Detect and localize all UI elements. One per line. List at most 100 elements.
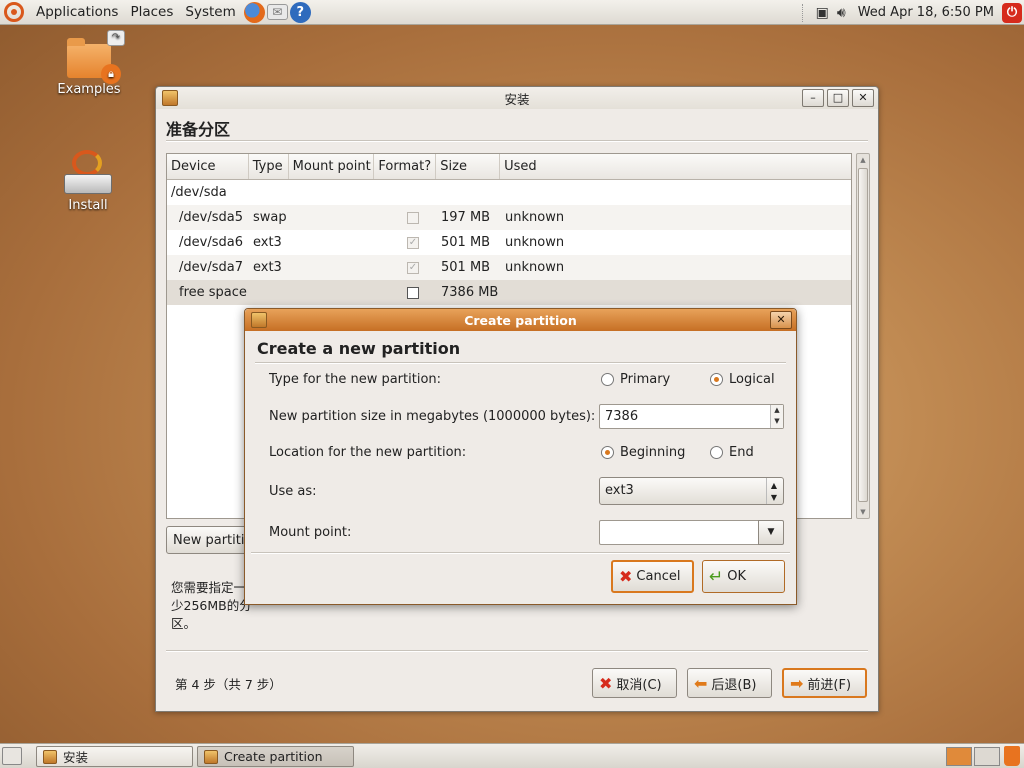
cell-device: /dev/sda7 [179, 260, 243, 275]
cell-size: 7386 MB [441, 285, 499, 300]
desktop-icon-label: Install [68, 198, 108, 213]
format-checkbox-checked[interactable]: ✓ [407, 261, 419, 274]
mail-launcher-icon[interactable]: ✉ [266, 4, 288, 20]
minimize-button[interactable]: – [802, 89, 824, 107]
size-label: New partition size in megabytes (1000000… [269, 409, 596, 424]
scroll-up-icon[interactable]: ▲ [857, 154, 869, 166]
clock[interactable]: Wed Apr 18, 6:50 PM [858, 5, 994, 20]
cancel-install-button[interactable]: ✖ 取消(C) [592, 668, 677, 698]
table-row[interactable]: /dev/sda6 ext3 ✓ 501 MB unknown [167, 230, 851, 255]
lock-icon: 🔒︎ [101, 64, 121, 84]
cell-device: /dev/sda6 [179, 235, 243, 250]
power-icon[interactable]: ⏻ [1002, 2, 1022, 23]
table-row-selected[interactable]: free space 7386 MB [167, 280, 851, 305]
format-checkbox[interactable] [407, 286, 419, 299]
mount-point-label: Mount point: [269, 525, 352, 540]
radio-beginning-indicator [601, 446, 614, 459]
ubuntu-logo-icon[interactable] [4, 2, 24, 22]
installer-app-icon [43, 749, 57, 764]
taskbar-item-label: Create partition [224, 749, 323, 764]
radio-label: Primary [620, 372, 671, 387]
cell-size: 197 MB [441, 210, 491, 225]
arrow-left-icon: ⬅ [694, 673, 708, 693]
use-as-value: ext3 [605, 483, 634, 498]
dialog-close-button[interactable]: ✕ [770, 311, 792, 329]
format-checkbox-checked[interactable]: ✓ [407, 236, 419, 249]
system-tray: ▣ 🔊︎ Wed Apr 18, 6:50 PM ⏻ [794, 0, 1024, 25]
radio-logical[interactable]: Logical [710, 372, 775, 387]
step-indicator: 第 4 步（共 7 步） [175, 677, 282, 692]
forward-button[interactable]: ➡ 前进(F) [782, 668, 867, 698]
column-header-used[interactable]: Used [500, 154, 851, 179]
bottom-panel: 安装 Create partition [0, 743, 1024, 768]
cell-used: unknown [505, 210, 565, 225]
network-icon[interactable]: ▣ [816, 5, 829, 21]
table-header: Device Type Mount point Format? Size Use… [167, 154, 851, 180]
radio-primary[interactable]: Primary [601, 372, 670, 387]
maximize-button[interactable]: □ [827, 89, 849, 107]
cell-size: 501 MB [441, 260, 491, 275]
mount-point-entry[interactable] [599, 520, 759, 545]
volume-icon[interactable]: 🔊︎ [837, 5, 846, 21]
dialog-title: Create partition [464, 312, 577, 328]
close-button[interactable]: ✕ [852, 89, 874, 107]
combo-arrows-icon: ▲ ▼ [765, 478, 777, 504]
create-partition-dialog: Create partition ✕ Create a new partitio… [244, 308, 797, 605]
help-launcher-icon[interactable]: ? [289, 1, 311, 23]
trash-icon[interactable] [1004, 746, 1020, 766]
table-row[interactable]: /dev/sda [167, 180, 851, 205]
table-row[interactable]: /dev/sda7 ext3 ✓ 501 MB unknown [167, 255, 851, 280]
cell-used: unknown [505, 235, 565, 250]
taskbar-item-installer[interactable]: 安装 [36, 746, 193, 767]
column-header-mount-point[interactable]: Mount point [289, 154, 375, 179]
symlink-icon: ↷ [107, 30, 125, 46]
radio-end[interactable]: End [710, 445, 754, 460]
location-label: Location for the new partition: [269, 445, 467, 460]
scroll-thumb[interactable] [858, 168, 868, 502]
column-header-format[interactable]: Format? [374, 154, 437, 179]
size-spinbox[interactable]: 7386 ▲ ▼ [599, 404, 784, 429]
new-partition-button[interactable]: New partiti [166, 526, 256, 554]
cell-device: free space [179, 285, 247, 300]
scroll-down-icon[interactable]: ▼ [857, 506, 869, 518]
install-drive-icon [64, 150, 112, 194]
cell-size: 501 MB [441, 235, 491, 250]
button-label: 取消(C) [616, 677, 662, 693]
spin-arrows-icon[interactable]: ▲ ▼ [770, 405, 783, 428]
desktop-icon-examples[interactable]: ↷ 🔒︎ Examples [49, 30, 129, 97]
page-title: 准备分区 [166, 120, 231, 139]
divider [251, 552, 790, 554]
show-desktop-icon[interactable] [2, 747, 22, 765]
column-header-device[interactable]: Device [167, 154, 249, 179]
radio-logical-indicator [710, 373, 723, 386]
column-header-type[interactable]: Type [249, 154, 289, 179]
firefox-launcher-icon[interactable] [243, 1, 265, 23]
cell-type: ext3 [253, 235, 282, 250]
menu-system[interactable]: System [179, 0, 241, 25]
use-as-combo[interactable]: ext3 ▲ ▼ [599, 477, 784, 505]
table-scrollbar[interactable]: ▲ ▼ [856, 153, 870, 519]
desktop-icon-install[interactable]: Install [48, 150, 128, 213]
dialog-titlebar[interactable]: Create partition ✕ [245, 309, 796, 331]
table-row[interactable]: /dev/sda5 swap 197 MB unknown [167, 205, 851, 230]
dialog-ok-button[interactable]: ↵ OK [702, 560, 785, 593]
back-button[interactable]: ⬅ 后退(B) [687, 668, 772, 698]
taskbar-item-create-partition[interactable]: Create partition [197, 746, 354, 767]
format-checkbox[interactable] [407, 211, 419, 224]
cell-type: ext3 [253, 260, 282, 275]
cancel-icon: ✖ [599, 673, 613, 693]
top-panel: Applications Places System ✉ ? ▣ 🔊︎ Wed … [0, 0, 1024, 25]
type-label: Type for the new partition: [269, 372, 442, 387]
mount-point-dropdown-icon[interactable]: ▼ [758, 520, 784, 545]
column-header-size[interactable]: Size [436, 154, 501, 179]
workspace-2[interactable] [974, 747, 1000, 766]
panel-separator [801, 3, 804, 22]
dialog-cancel-button[interactable]: ✖ Cancel [611, 560, 694, 593]
radio-beginning[interactable]: Beginning [601, 445, 685, 460]
window-titlebar[interactable]: 安装 – □ ✕ [156, 87, 878, 109]
menu-places[interactable]: Places [124, 0, 179, 25]
workspace-1[interactable] [946, 747, 972, 766]
installer-app-icon [162, 90, 178, 106]
radio-label: End [729, 445, 754, 460]
menu-applications[interactable]: Applications [30, 0, 124, 25]
